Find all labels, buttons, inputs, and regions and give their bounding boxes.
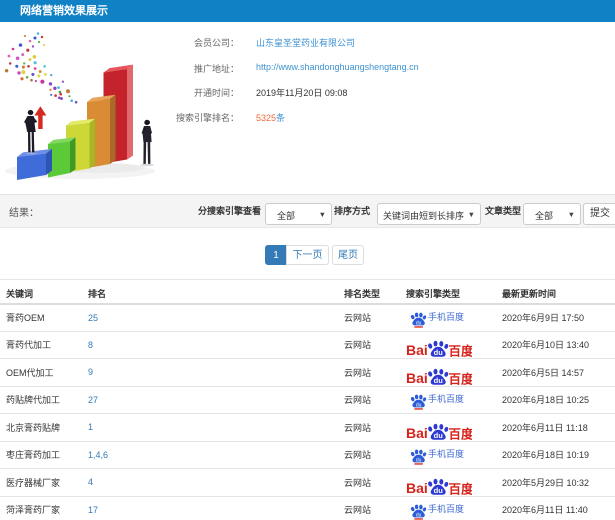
svg-text:百度: 百度 [449,426,473,441]
svg-text:百度: 百度 [449,371,473,386]
svg-text:du: du [416,512,422,518]
svg-text:du: du [416,457,422,463]
svg-text:Bai: Bai [406,425,428,441]
svg-text:Bai: Bai [406,342,428,358]
svg-text:du: du [416,402,422,408]
svg-text:du: du [434,486,444,495]
svg-text:百度: 百度 [449,481,473,496]
svg-text:Bai: Bai [406,370,428,386]
svg-text:Bai: Bai [406,480,428,496]
svg-text:du: du [434,431,444,440]
svg-text:du: du [434,348,444,357]
svg-text:百度: 百度 [449,344,473,359]
svg-text:du: du [416,320,422,326]
svg-text:du: du [434,376,444,385]
